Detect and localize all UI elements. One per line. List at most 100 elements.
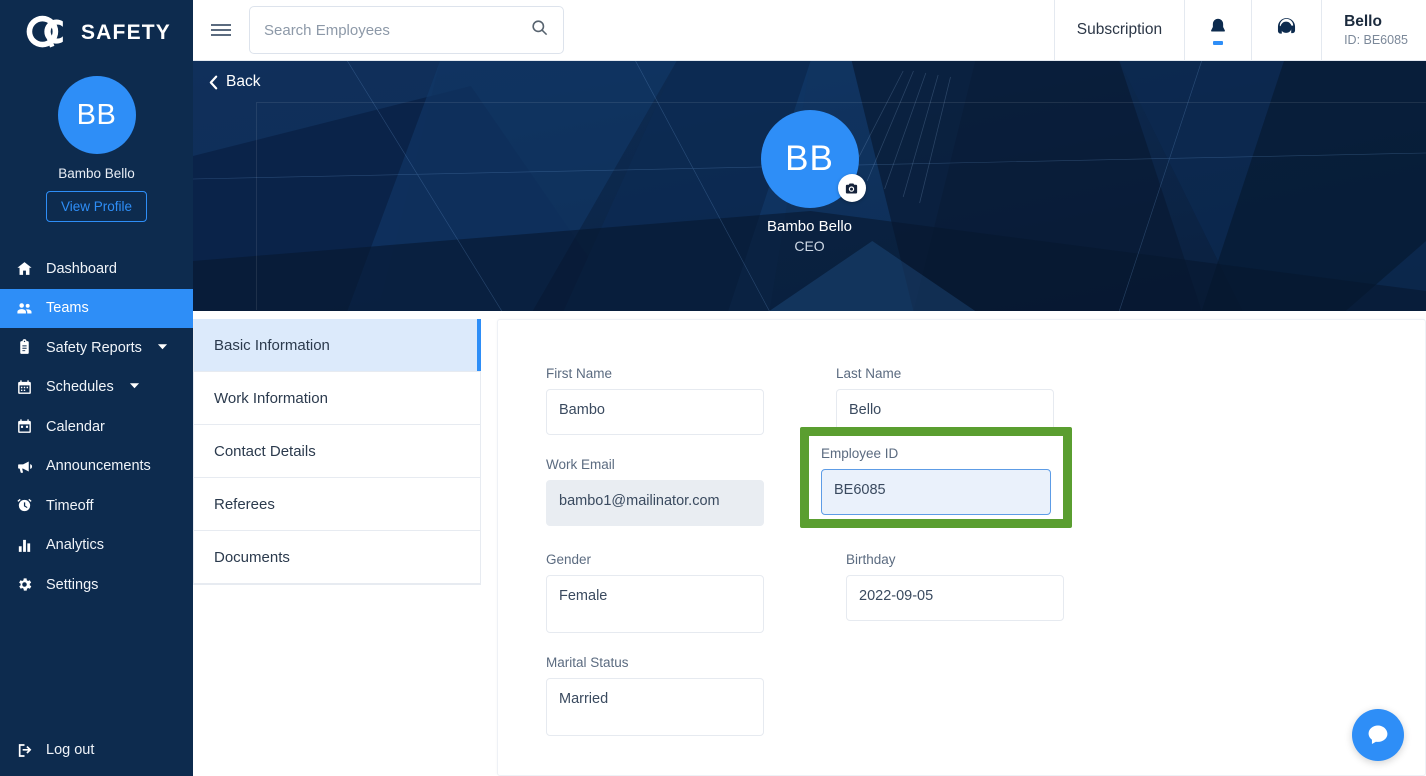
back-button[interactable]: Back (209, 73, 260, 91)
employee-id-annotation-highlight: Employee ID BE6085 (800, 427, 1072, 528)
basic-information-form: First Name Bambo Last Name Bello Work Em… (497, 319, 1426, 776)
brand-name: SAFETY (81, 21, 171, 45)
birthday-field: Birthday 2022-09-05 (846, 552, 1064, 633)
tab-label: Work Information (214, 390, 328, 407)
subscription-button[interactable]: Subscription (1054, 0, 1184, 60)
last-name-label: Last Name (836, 366, 1054, 381)
subscription-label: Subscription (1077, 21, 1162, 39)
sidebar-item-label: Announcements (46, 458, 151, 474)
bell-icon[interactable] (1207, 16, 1229, 44)
sidebar-item-label: Safety Reports (46, 340, 142, 356)
header-user-id: ID: BE6085 (1344, 32, 1408, 48)
form-row-gender-birthday: Gender Female Birthday 2022-09-05 (546, 552, 1377, 633)
tab-label: Documents (214, 549, 290, 566)
gender-field: Gender Female (546, 552, 764, 633)
chevron-down-icon (157, 340, 168, 356)
tab-work-information[interactable]: Work Information (194, 372, 480, 425)
logout-button[interactable]: Log out (0, 732, 193, 768)
sidebar: SAFETY BB Bambo Bello View Profile Dashb… (0, 0, 193, 776)
headset-icon[interactable] (1274, 15, 1299, 45)
hamburger-icon[interactable] (193, 0, 249, 60)
work-email-field: Work Email bambo1@mailinator.com (546, 457, 764, 526)
back-label: Back (226, 73, 260, 91)
form-row-marital: Marital Status Married (546, 655, 1377, 736)
first-name-label: First Name (546, 366, 764, 381)
sidebar-item-teams[interactable]: Teams (0, 289, 193, 329)
tab-label: Basic Information (214, 337, 330, 354)
gear-icon (15, 576, 33, 594)
banner-profile-name: Bambo Bello (767, 218, 852, 235)
sidebar-item-calendar[interactable]: Calendar (0, 407, 193, 447)
alarm-clock-icon (15, 497, 33, 515)
avatar: BB (58, 76, 136, 154)
header-user-name: Bello (1344, 12, 1408, 31)
sidebar-item-label: Timeoff (46, 498, 94, 514)
work-email-label: Work Email (546, 457, 764, 472)
sidebar-profile: BB Bambo Bello View Profile (0, 66, 193, 222)
notification-indicator (1213, 41, 1223, 45)
calendar-icon (15, 418, 33, 436)
sidebar-item-safety-reports[interactable]: Safety Reports (0, 328, 193, 368)
gender-value[interactable]: Female (546, 575, 764, 633)
sidebar-item-label: Dashboard (46, 261, 117, 277)
first-name-field: First Name Bambo (546, 366, 764, 435)
first-name-value[interactable]: Bambo (546, 389, 764, 435)
view-profile-button[interactable]: View Profile (46, 191, 147, 222)
tab-contact-details[interactable]: Contact Details (194, 425, 480, 478)
sidebar-item-analytics[interactable]: Analytics (0, 526, 193, 566)
tab-referees[interactable]: Referees (194, 478, 480, 531)
gender-label: Gender (546, 552, 764, 567)
main-area: Subscription Bello ID: BE6085 (193, 0, 1426, 776)
bar-chart-icon (15, 536, 33, 554)
app-root: SAFETY BB Bambo Bello View Profile Dashb… (0, 0, 1426, 776)
birthday-value[interactable]: 2022-09-05 (846, 575, 1064, 621)
sidebar-item-label: Settings (46, 577, 98, 593)
last-name-field: Last Name Bello (836, 366, 1054, 435)
sidebar-item-label: Schedules (46, 379, 114, 395)
sidebar-item-settings[interactable]: Settings (0, 565, 193, 605)
marital-status-label: Marital Status (546, 655, 764, 670)
home-icon (15, 260, 33, 278)
schedule-icon (15, 378, 33, 396)
marital-status-value[interactable]: Married (546, 678, 764, 736)
logout-icon (15, 741, 33, 759)
banner-profile-role: CEO (794, 238, 824, 254)
brand-logo[interactable]: SAFETY (0, 0, 193, 66)
marital-status-field: Marital Status Married (546, 655, 764, 736)
clipboard-icon (15, 339, 33, 357)
sidebar-item-schedules[interactable]: Schedules (0, 368, 193, 408)
support-button[interactable] (1251, 0, 1321, 60)
employee-id-label: Employee ID (821, 446, 1051, 461)
notifications-button[interactable] (1184, 0, 1251, 60)
sidebar-item-dashboard[interactable]: Dashboard (0, 249, 193, 289)
sidebar-item-timeoff[interactable]: Timeoff (0, 486, 193, 526)
sidebar-profile-name: Bambo Bello (0, 166, 193, 181)
tab-basic-information[interactable]: Basic Information (194, 319, 480, 372)
employee-id-input[interactable]: BE6085 (821, 469, 1051, 515)
sidebar-item-label: Teams (46, 300, 89, 316)
chevron-down-icon (129, 379, 140, 395)
profile-banner: Back BB Bambo Bello CEO (193, 61, 1426, 311)
tab-label: Contact Details (214, 443, 316, 460)
camera-icon[interactable] (838, 174, 866, 202)
chat-bubble-icon[interactable] (1352, 709, 1404, 761)
chevron-left-icon (209, 75, 218, 90)
sidebar-nav: Dashboard Teams Safety Reports (0, 249, 193, 605)
megaphone-icon (15, 457, 33, 475)
search-icon[interactable] (530, 18, 549, 42)
search-box[interactable] (249, 6, 564, 54)
people-icon (15, 299, 33, 317)
tab-label: Referees (214, 496, 275, 513)
search-input[interactable] (264, 22, 530, 39)
banner-avatar-wrap: BB (761, 110, 859, 208)
header-spacer (564, 0, 1054, 60)
work-email-value: bambo1@mailinator.com (546, 480, 764, 526)
section-tabs: Basic Information Work Information Conta… (193, 319, 481, 585)
banner-profile: BB Bambo Bello CEO (193, 110, 1426, 254)
tab-documents[interactable]: Documents (194, 531, 480, 584)
sidebar-item-announcements[interactable]: Announcements (0, 447, 193, 487)
qc-logo-icon (22, 13, 74, 53)
logout-label: Log out (46, 742, 94, 758)
header-user[interactable]: Bello ID: BE6085 (1321, 0, 1426, 60)
profile-content: Basic Information Work Information Conta… (193, 311, 1426, 776)
